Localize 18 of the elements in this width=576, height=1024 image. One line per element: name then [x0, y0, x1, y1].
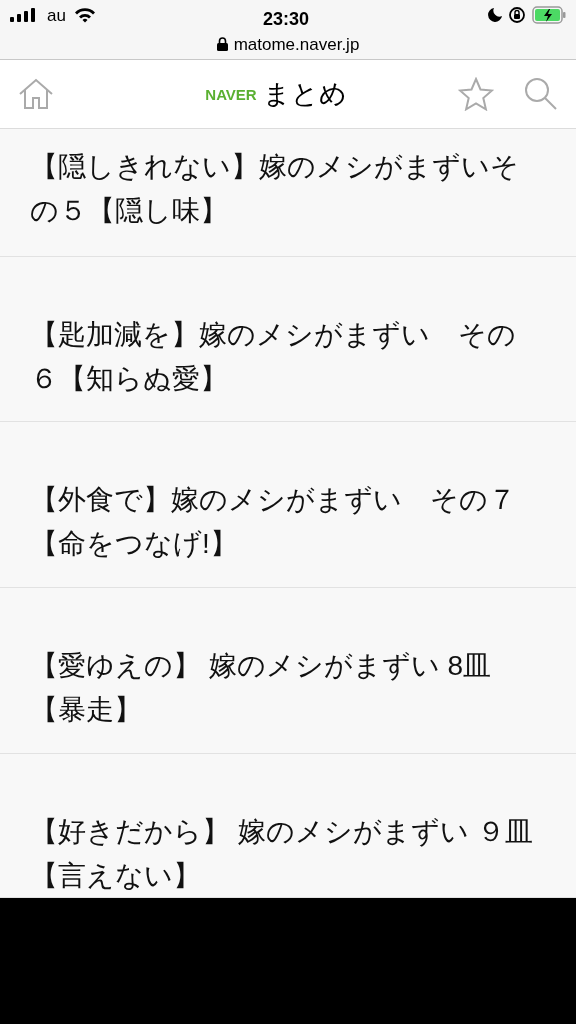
clock-time: 23:30: [263, 8, 310, 31]
home-icon[interactable]: [18, 78, 54, 110]
lock-icon: [216, 37, 228, 51]
carrier-name: au: [47, 6, 66, 24]
article-link[interactable]: 【好きだから】 嫁のメシがまずい ９皿【言えない】: [30, 810, 542, 898]
battery-icon: [532, 6, 566, 24]
article-link[interactable]: 【隠しきれない】嫁のメシがまずいその５【隠し味】: [30, 145, 542, 233]
wifi-icon: [73, 7, 96, 23]
search-icon[interactable]: [524, 77, 558, 111]
star-icon[interactable]: [458, 77, 494, 111]
url-text[interactable]: matome.naver.jp: [233, 35, 360, 53]
article-link[interactable]: 【匙加減を】嫁のメシがまずい その６【知らぬ愛】: [30, 313, 542, 401]
moon-icon: [488, 8, 502, 22]
site-title[interactable]: まとめ: [262, 80, 347, 108]
signal-icon: [10, 8, 36, 22]
rotation-lock-icon: [508, 6, 526, 24]
article-link[interactable]: 【外食で】嫁のメシがまずい その７【命をつなげ!】: [30, 478, 542, 566]
article-link[interactable]: 【愛ゆえの】 嫁のメシがまずい 8皿【暴走】: [30, 644, 542, 732]
